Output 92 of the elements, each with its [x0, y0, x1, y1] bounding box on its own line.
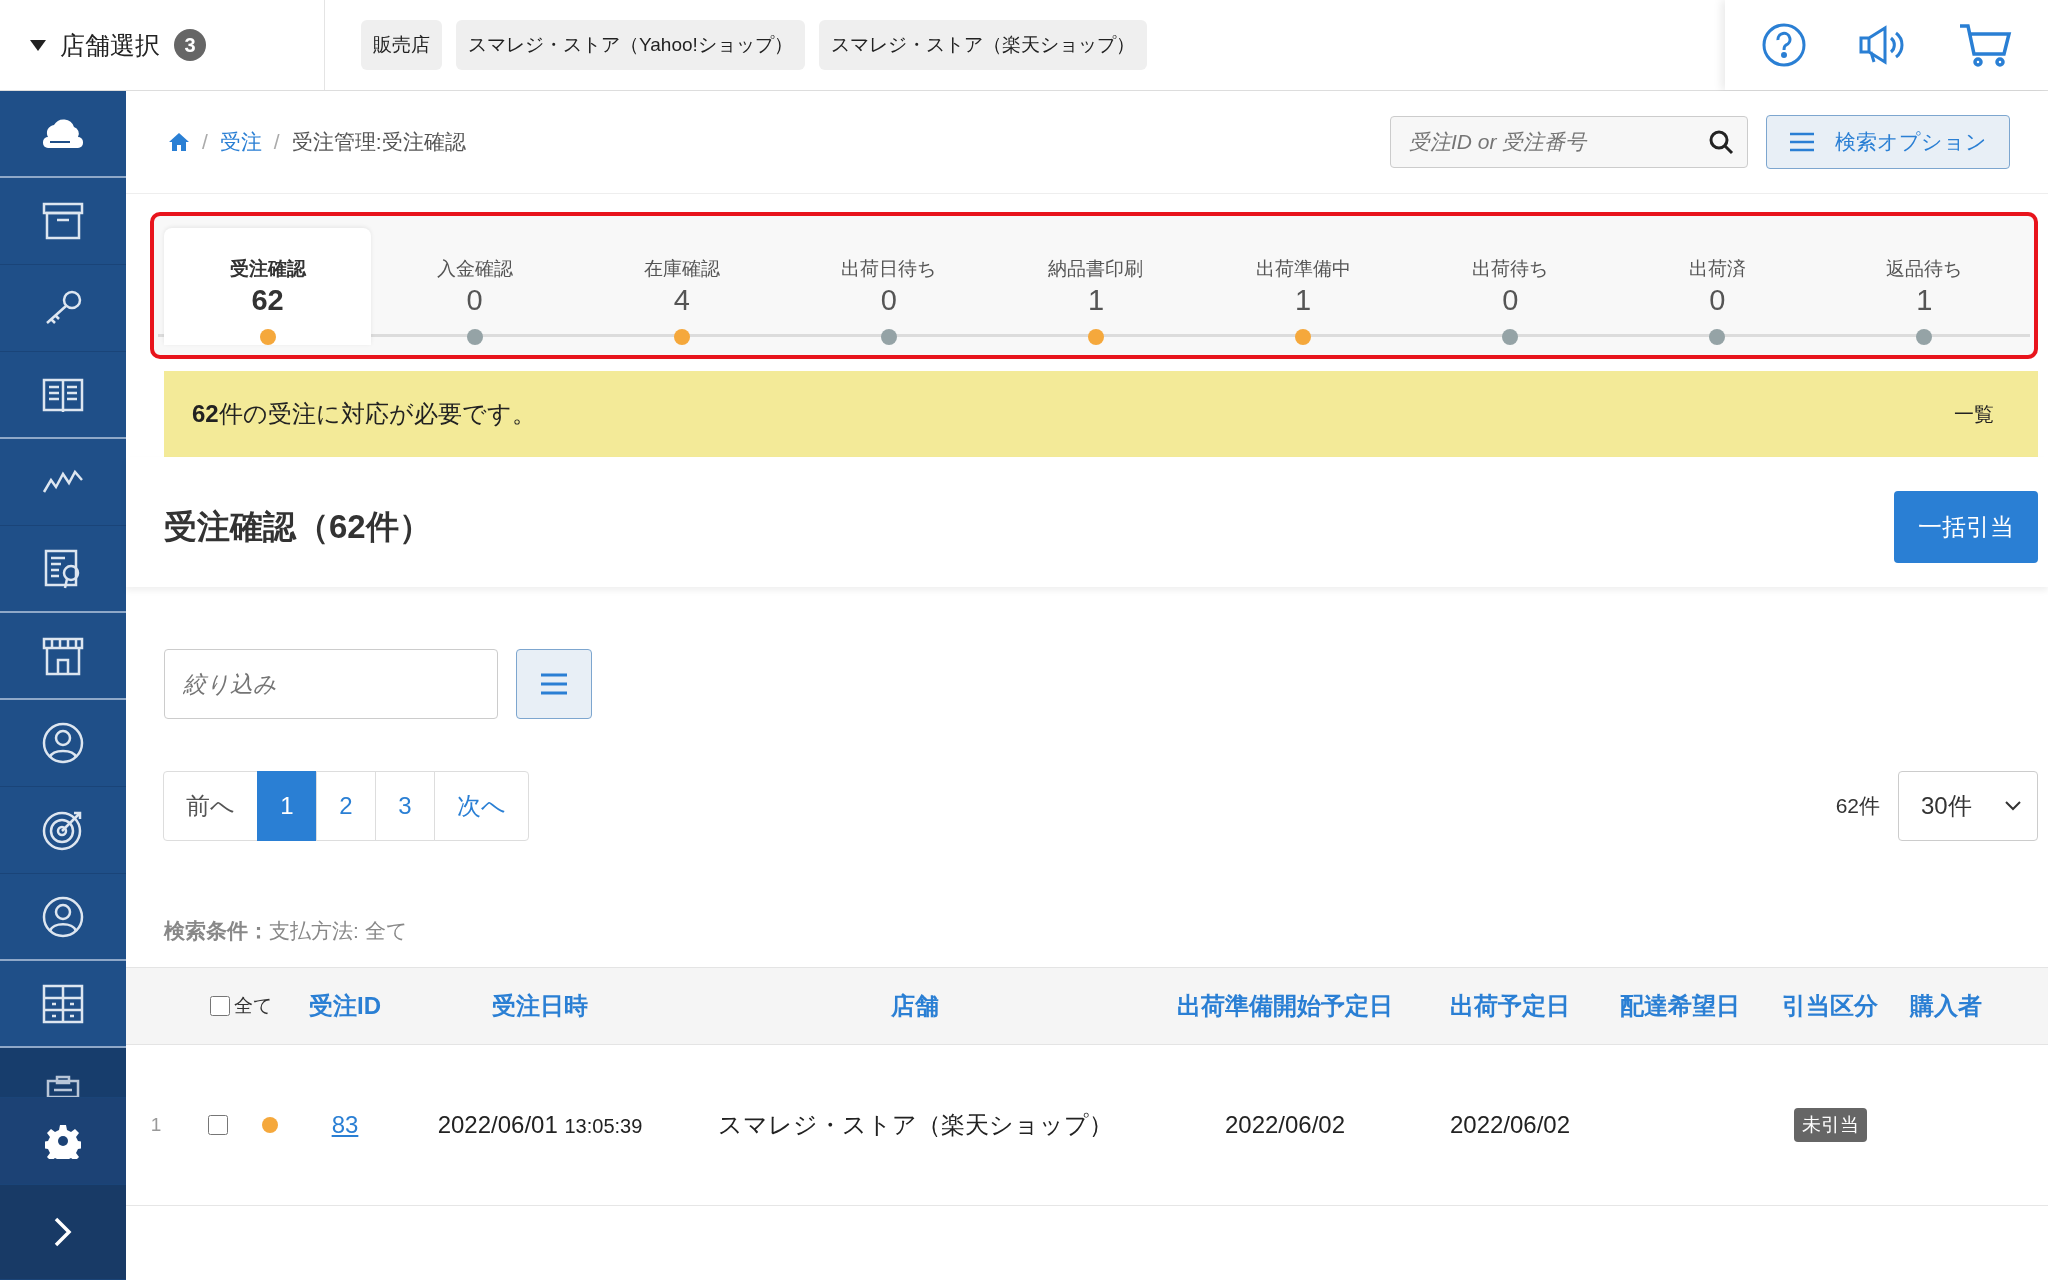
search-icon[interactable] [1708, 129, 1734, 155]
book-icon [42, 376, 84, 413]
column-header[interactable]: 店舗 [891, 990, 939, 1022]
store-cell-text: スマレジ・ストア（楽天ショップ） [717, 1110, 1113, 1140]
menu-icon [1789, 132, 1815, 152]
tab-label: 出荷日待ち [841, 257, 937, 281]
section-title: 受注確認（62件） [164, 506, 432, 547]
target-icon [42, 809, 84, 851]
row-checkbox[interactable] [208, 1115, 228, 1135]
page-button[interactable]: 2 [316, 771, 376, 841]
dropdown-triangle-icon [30, 39, 46, 51]
store-count-badge: 3 [174, 29, 206, 61]
tab-label: 受注確認 [229, 257, 306, 281]
menu-button[interactable] [516, 649, 592, 719]
store-chip: スマレジ・ストア（楽天ショップ） [818, 20, 1147, 70]
tab-count: 1 [1087, 284, 1105, 317]
status-tab[interactable]: 出荷準備中 1 [1199, 228, 1407, 345]
column-header[interactable]: 出荷準備開始予定日 [1177, 990, 1393, 1022]
tab-count: 4 [673, 284, 690, 317]
date-cell: 2022/06/02 [1224, 1111, 1346, 1139]
tab-count: 0 [1709, 284, 1726, 317]
notice-text: 62件の受注に対応が必要です。 [192, 399, 536, 429]
cloud-icon [40, 116, 86, 151]
tab-label: 出荷待ち [1472, 257, 1549, 281]
page-button[interactable]: 1 [257, 771, 317, 841]
next-page-button[interactable]: 次へ [434, 771, 529, 841]
column-header[interactable]: 購入者 [1910, 990, 1982, 1022]
column-header[interactable]: 配達希望日 [1620, 990, 1740, 1022]
notice-link[interactable]: 一覧 [1954, 400, 1994, 428]
help-icon[interactable] [1760, 22, 1807, 68]
cabinet-grid-icon [42, 983, 84, 1024]
user-circle-icon [42, 722, 84, 764]
bulk-allocate-button[interactable]: 一括引当 [1894, 491, 2038, 563]
breadcrumb-separator: / [273, 130, 280, 154]
tab-count: 0 [466, 284, 483, 317]
breadcrumb-link[interactable]: 受注 [219, 128, 262, 156]
column-header[interactable]: 受注ID [309, 990, 381, 1022]
filter-field[interactable]: 絞り込み [164, 649, 498, 719]
per-page-select[interactable]: 30件 [1898, 771, 2038, 841]
order-id-link[interactable]: 83 [331, 1111, 359, 1139]
column-header[interactable]: 引当区分 [1782, 990, 1878, 1022]
status-tab[interactable]: 受注確認 62 [164, 228, 372, 345]
status-tab[interactable]: 出荷済 0 [1613, 228, 1821, 345]
status-tab[interactable]: 出荷日待ち 0 [785, 228, 993, 345]
search-field[interactable]: 受注ID or 受注番号 [1390, 116, 1748, 168]
tab-count: 1 [1916, 284, 1933, 317]
select-all-checkbox[interactable] [210, 996, 230, 1016]
store-chip: スマレジ・ストア（Yahoo!ショップ） [456, 20, 805, 70]
row-number: 1 [150, 1114, 162, 1136]
status-tab[interactable]: 納品書印刷 1 [992, 228, 1200, 345]
date-cell: 2022/06/02 [1449, 1111, 1571, 1139]
cart-icon[interactable] [1958, 22, 2013, 68]
column-header[interactable]: 受注日時 [492, 990, 588, 1022]
sidebar-item[interactable] [0, 1048, 126, 1098]
menu-icon [540, 673, 568, 695]
tab-label: 納品書印刷 [1048, 257, 1144, 281]
total-count: 62件 [1835, 793, 1880, 819]
search-conditions-label: 検索条件： [164, 919, 269, 942]
search-options-button[interactable]: 検索オプション [1766, 115, 2010, 169]
tab-label: 出荷済 [1688, 257, 1746, 281]
chevron-right-icon [53, 1216, 73, 1248]
tab-count: 62 [251, 284, 284, 317]
tab-label: 入金確認 [436, 257, 513, 281]
order-date: 2022/06/01 13:05:39 [437, 1111, 643, 1139]
previous-page-button[interactable]: 前へ [163, 771, 258, 841]
tab-label: 在庫確認 [643, 257, 720, 281]
tab-count: 1 [1295, 284, 1312, 317]
tab-count: 0 [880, 284, 897, 317]
store-chip: 販売店 [361, 20, 442, 70]
home-icon[interactable] [168, 132, 190, 152]
column-header[interactable]: 出荷予定日 [1450, 990, 1570, 1022]
tab-label: 返品待ち [1886, 257, 1963, 281]
archive-box-icon [42, 202, 84, 240]
select-all-label: 全て [234, 994, 272, 1018]
storefront-icon [42, 635, 84, 676]
search-conditions-value: 支払方法: 全て [269, 919, 408, 942]
tab-count: 0 [1502, 284, 1519, 317]
breadcrumb-separator: / [202, 130, 208, 154]
store-select-label: 店舗選択 [60, 29, 160, 61]
status-tab[interactable]: 在庫確認 4 [578, 228, 786, 345]
user-icon [42, 895, 84, 938]
tab-label: 出荷準備中 [1255, 257, 1351, 281]
settings-icon [45, 1123, 81, 1159]
settings-button[interactable] [0, 1098, 126, 1185]
allocation-tag: 未引当 [1793, 1108, 1867, 1142]
status-tab[interactable]: 返品待ち 1 [1820, 228, 2028, 345]
breadcrumb-current: 受注管理:受注確認 [291, 129, 466, 155]
status-tab[interactable]: 出荷待ち 0 [1406, 228, 1614, 345]
chevron-down-icon [2005, 801, 2021, 811]
store-select-button[interactable]: 店舗選択 3 [0, 0, 325, 90]
page-button[interactable]: 3 [375, 771, 435, 841]
status-tab[interactable]: 入金確認 0 [371, 228, 579, 345]
